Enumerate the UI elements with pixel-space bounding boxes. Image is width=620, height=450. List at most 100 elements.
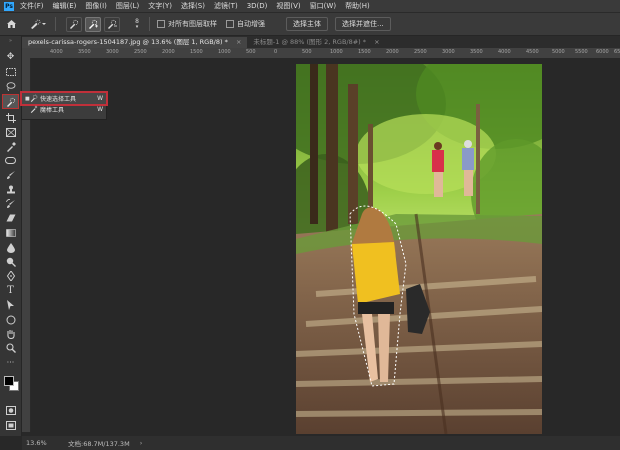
brush-size-picker[interactable]: 8 ▾ <box>132 17 142 31</box>
brush-tool-icon[interactable] <box>3 168 18 181</box>
ruler-tick-label: 2000 <box>386 49 399 55</box>
menu-window[interactable]: 窗口(W) <box>310 1 336 11</box>
eyedropper-tool-icon[interactable] <box>3 140 18 153</box>
ruler-tick-label: 2500 <box>414 49 427 55</box>
document-tab-bar: pexels-carissa-rogers-1504187.jpg @ 13.6… <box>22 36 620 48</box>
hand-tool-icon[interactable] <box>3 327 18 340</box>
photoshop-logo: Ps <box>4 1 14 11</box>
tab-label: 未标题-1 @ 88% (图形 2, RGB/8#) * <box>253 38 367 46</box>
home-icon[interactable] <box>4 17 18 31</box>
quick-selection-tool-icon[interactable] <box>2 94 19 109</box>
select-and-mask-button[interactable]: 选择并遮住... <box>335 17 391 31</box>
ruler-tick-label: 2500 <box>134 49 147 55</box>
ruler-tick-label: 2000 <box>162 49 175 55</box>
add-to-selection-button[interactable] <box>85 16 101 32</box>
menu-3d[interactable]: 3D(D) <box>247 2 268 10</box>
menu-bar: Ps 文件(F) 编辑(E) 图像(I) 图层(L) 文字(Y) 选择(S) 滤… <box>0 0 620 12</box>
lasso-tool-icon[interactable] <box>3 80 18 93</box>
ruler-tick-label: 3500 <box>78 49 91 55</box>
auto-enhance-checkbox[interactable] <box>226 20 234 28</box>
shortcut-key: W <box>97 106 103 113</box>
pen-tool-icon[interactable] <box>3 269 18 282</box>
marquee-tool-icon[interactable] <box>3 65 18 78</box>
status-bar: 13.6% 文档:68.7M/137.3M › <box>22 436 620 450</box>
chevron-down-icon: ▾ <box>135 24 139 30</box>
tab-document-2[interactable]: 未标题-1 @ 88% (图形 2, RGB/8#) * × <box>247 37 385 48</box>
quick-selection-icon <box>30 94 38 104</box>
flyout-item-label: 魔棒工具 <box>40 107 65 114</box>
foreground-color-swatch[interactable] <box>4 376 14 386</box>
clone-stamp-tool-icon[interactable] <box>3 183 18 196</box>
history-brush-tool-icon[interactable] <box>3 197 18 210</box>
quick-mask-icon[interactable] <box>3 404 18 417</box>
ruler-tick-label: 3500 <box>470 49 483 55</box>
menu-select[interactable]: 选择(S) <box>181 1 205 11</box>
ruler-tick-label: 0 <box>274 49 278 55</box>
menu-layer[interactable]: 图层(L) <box>116 1 139 11</box>
ruler-tick-label: 6000 <box>596 49 609 55</box>
ruler-tick-label: 1000 <box>218 49 231 55</box>
ruler-tick-label: 3000 <box>442 49 455 55</box>
healing-brush-tool-icon[interactable] <box>3 154 18 167</box>
document-size-info[interactable]: 文档:68.7M/137.3M <box>68 438 130 448</box>
tab-label: pexels-carissa-rogers-1504187.jpg @ 13.6… <box>28 38 228 46</box>
shape-tool-icon[interactable] <box>3 313 18 326</box>
shortcut-key: W <box>97 95 103 102</box>
ruler-tick-label: 4500 <box>526 49 539 55</box>
selection-tool-flyout: ■ 快速选择工具 W 魔棒工具 W <box>20 91 108 120</box>
options-bar: 8 ▾ 对所有图层取样 自动增强 选择主体 选择并遮住... <box>0 12 620 36</box>
toolbar-collapse-icon[interactable]: » <box>3 38 18 44</box>
menu-image[interactable]: 图像(I) <box>85 1 107 11</box>
dodge-tool-icon[interactable] <box>3 255 18 268</box>
screen-mode-icon[interactable] <box>3 419 18 432</box>
ruler-tick-label: 5500 <box>575 49 588 55</box>
magic-wand-icon <box>30 104 38 115</box>
ruler-tick-label: 6500 <box>614 49 620 55</box>
ruler-tick-label: 3000 <box>106 49 119 55</box>
chevron-right-icon[interactable]: › <box>140 439 143 447</box>
close-icon[interactable]: × <box>236 38 241 46</box>
ruler-tick-label: 500 <box>246 49 256 55</box>
tools-panel: » ✥ T ··· <box>0 36 22 436</box>
document-photo[interactable] <box>296 64 542 434</box>
sample-all-layers-label: 对所有图层取样 <box>168 20 217 28</box>
zoom-tool-icon[interactable] <box>3 341 18 354</box>
menu-file[interactable]: 文件(F) <box>20 1 44 11</box>
move-tool-icon[interactable]: ✥ <box>3 50 18 63</box>
blur-tool-icon[interactable] <box>3 241 18 254</box>
ruler-tick-label: 4000 <box>498 49 511 55</box>
frame-tool-icon[interactable] <box>3 126 18 139</box>
flyout-item-label: 快速选择工具 <box>40 96 77 103</box>
menu-filter[interactable]: 滤镜(T) <box>214 1 238 11</box>
menu-view[interactable]: 视图(V) <box>276 1 300 11</box>
more-tools-icon[interactable]: ··· <box>3 356 18 369</box>
tool-preset-picker[interactable] <box>28 17 48 31</box>
ruler-tick-label: 5000 <box>552 49 565 55</box>
crop-tool-icon[interactable] <box>3 111 18 124</box>
ruler-tick-label: 1000 <box>330 49 343 55</box>
menu-help[interactable]: 帮助(H) <box>345 1 370 11</box>
ruler-tick-label: 500 <box>302 49 312 55</box>
subtract-from-selection-button[interactable] <box>104 16 120 32</box>
tab-document-1[interactable]: pexels-carissa-rogers-1504187.jpg @ 13.6… <box>22 37 248 48</box>
menu-type[interactable]: 文字(Y) <box>148 1 172 11</box>
sample-all-layers-checkbox[interactable] <box>157 20 165 28</box>
type-tool-icon[interactable]: T <box>3 284 18 297</box>
flyout-item-quick-selection[interactable]: ■ 快速选择工具 W <box>20 91 108 106</box>
auto-enhance-label: 自动增强 <box>237 20 265 28</box>
gradient-tool-icon[interactable] <box>3 226 18 239</box>
options-divider <box>55 17 56 31</box>
color-swatches[interactable] <box>3 374 19 391</box>
zoom-level-field[interactable]: 13.6% <box>26 439 54 447</box>
flyout-item-magic-wand[interactable]: 魔棒工具 W <box>22 104 106 115</box>
ruler-tick-label: 4000 <box>50 49 63 55</box>
path-selection-tool-icon[interactable] <box>3 298 18 311</box>
ruler-tick-label: 1500 <box>358 49 371 55</box>
eraser-tool-icon[interactable] <box>3 211 18 224</box>
options-divider <box>149 17 150 31</box>
menu-edit[interactable]: 编辑(E) <box>53 1 77 11</box>
ruler-tick-label: 1500 <box>190 49 203 55</box>
select-subject-button[interactable]: 选择主体 <box>286 17 328 31</box>
new-selection-button[interactable] <box>66 16 82 32</box>
close-icon[interactable]: × <box>374 38 379 46</box>
